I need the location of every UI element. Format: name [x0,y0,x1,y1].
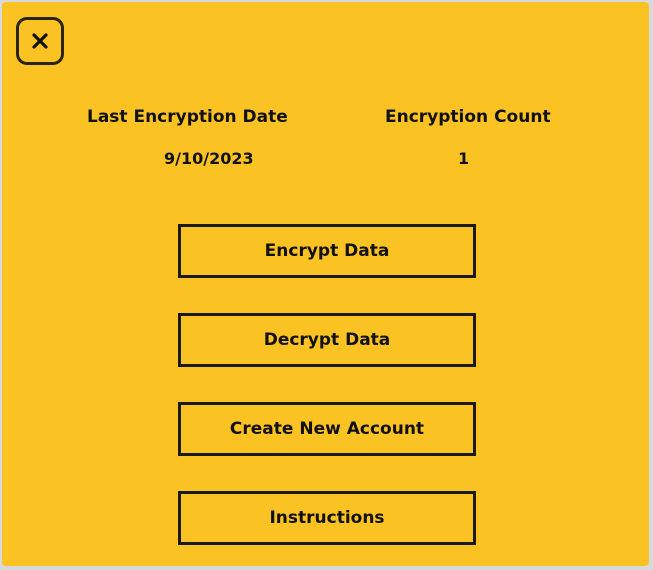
encrypt-data-button[interactable]: Encrypt Data [178,224,476,278]
decrypt-data-button[interactable]: Decrypt Data [178,313,476,367]
close-button[interactable] [16,17,64,65]
last-encryption-date-value: 9/10/2023 [164,149,254,168]
instructions-button[interactable]: Instructions [178,491,476,545]
main-window: Last Encryption Date Encryption Count 9/… [2,2,649,566]
encryption-count-label: Encryption Count [385,107,551,127]
last-encryption-date-label: Last Encryption Date [87,107,288,127]
create-new-account-button[interactable]: Create New Account [178,402,476,456]
close-icon [32,33,48,49]
encryption-count-value: 1 [458,149,470,168]
